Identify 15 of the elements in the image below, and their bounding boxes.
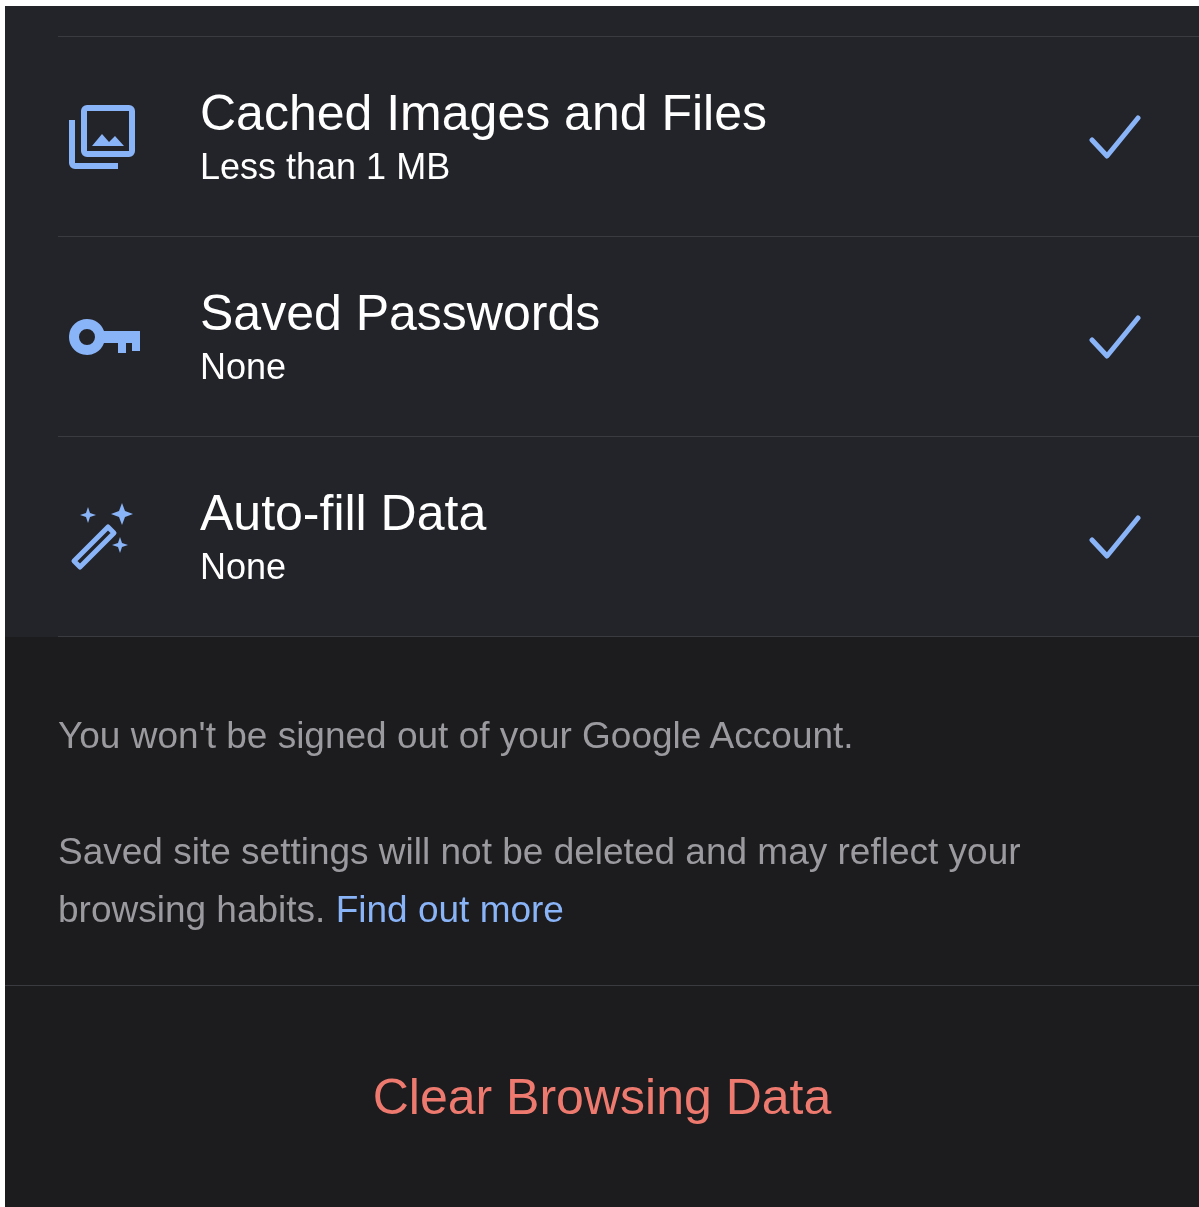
option-size: None: [200, 544, 288, 589]
option-row[interactable]: Cached Images and Files Less than 1 MB: [58, 36, 1199, 236]
find-out-more-link[interactable]: Find out more: [335, 889, 564, 930]
images-icon: [68, 103, 136, 170]
option-row[interactable]: Auto-fill Data None: [58, 436, 1199, 637]
option-row[interactable]: Saved Passwords None: [58, 236, 1199, 436]
option-size: None: [200, 344, 288, 389]
option-title: Saved Passwords: [200, 283, 602, 343]
option-size: Less than 1 MB: [200, 144, 452, 189]
option-title: Cached Images and Files: [200, 83, 768, 143]
info-text: You won't be signed out of your Google Account.: [58, 714, 855, 758]
info-text: Saved site settings will not be deleted and may reflect your browsing habits. Find out more: [58, 830, 1022, 932]
clear-data-button[interactable]: Clear Browsing Data: [362, 1057, 842, 1136]
key-icon: [68, 316, 140, 357]
option-title: Auto-fill Data: [200, 483, 488, 543]
